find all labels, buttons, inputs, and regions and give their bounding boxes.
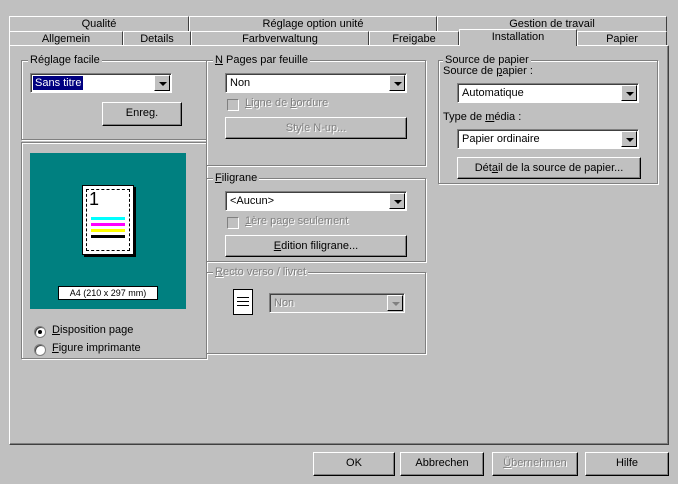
media-type-label: Type de média : (443, 111, 522, 123)
yellow-bar (91, 229, 125, 232)
layout-radio[interactable] (34, 326, 46, 338)
watermark-group: Filigrane <Aucun> 1ère page seulement Ed… (206, 171, 426, 262)
tab-label: Qualité (81, 18, 117, 30)
chevron-down-icon[interactable] (389, 75, 405, 91)
document-icon (233, 289, 253, 315)
chevron-down-icon[interactable] (389, 193, 405, 209)
chevron-down-icon[interactable] (387, 295, 403, 311)
page-preview-icon: 1 (82, 185, 134, 255)
tab-label: Freigabe (392, 33, 436, 45)
watermark-value: <Aucun> (230, 195, 275, 207)
tab-details[interactable]: Details (123, 31, 191, 46)
save-setting-button[interactable]: Enreg. (102, 102, 182, 126)
tab-label: Papier (606, 33, 638, 45)
chevron-down-icon[interactable] (621, 85, 637, 101)
n-up-value: Non (230, 77, 251, 89)
tab-label: Installation (491, 31, 545, 43)
tab-label: Allgemein (41, 33, 91, 45)
printer-radio-label[interactable]: Figure imprimante (52, 342, 141, 354)
tab-label: Réglage option unité (262, 18, 364, 30)
tab-installation[interactable]: Installation (459, 29, 577, 46)
cyan-bar (91, 217, 125, 220)
paper-size-label: A4 (210 x 297 mm) (58, 286, 158, 300)
border-line-checkbox[interactable] (227, 99, 239, 111)
tab-farbverwaltung[interactable]: Farbverwaltung (191, 31, 369, 46)
first-page-only-checkbox[interactable] (227, 217, 239, 229)
media-type-value: Papier ordinaire (462, 133, 540, 145)
watermark-select[interactable]: <Aucun> (225, 191, 407, 211)
duplex-select[interactable]: Non (269, 293, 405, 313)
first-page-only-label: 1ère page seulement (245, 215, 349, 227)
edit-watermark-button[interactable]: Edition filigrane... (225, 235, 407, 257)
help-button[interactable]: Hilfe (585, 452, 669, 476)
black-bar (91, 235, 125, 238)
paper-source-group: Source de papier Source de papier : Auto… (438, 53, 658, 184)
media-type-select[interactable]: Papier ordinaire (457, 129, 639, 149)
easy-setting-group: Réglage facile Sans titre Enreg. (21, 53, 207, 140)
paper-source-detail-button[interactable]: Détail de la source de papier... (457, 157, 641, 179)
chevron-down-icon[interactable] (621, 131, 637, 147)
duplex-legend: Recto verso / livret (213, 265, 309, 279)
tab-reglage-option-unite[interactable]: Réglage option unité (189, 16, 437, 31)
easy-setting-legend: Réglage facile (28, 53, 102, 67)
border-line-label: Ligne de bordure (245, 97, 329, 109)
tab-label: Farbverwaltung (242, 33, 318, 45)
n-up-legend: N Pages par feuille (213, 53, 310, 67)
tab-allgemein[interactable]: Allgemein (9, 31, 123, 46)
paper-source-select[interactable]: Automatique (457, 83, 639, 103)
cancel-button[interactable]: Abbrechen (400, 452, 484, 476)
tab-papier[interactable]: Papier (577, 31, 667, 46)
paper-source-label: Source de papier : (443, 65, 533, 77)
tab-qualite[interactable]: Qualité (9, 16, 189, 31)
ok-button[interactable]: OK (313, 452, 395, 476)
watermark-legend: Filigrane (213, 171, 260, 185)
layout-radio-label[interactable]: Disposition page (52, 324, 133, 336)
page-number: 1 (89, 189, 100, 209)
printer-radio[interactable] (34, 344, 46, 356)
duplex-group: Recto verso / livret Non (206, 265, 426, 354)
paper-source-value: Automatique (462, 87, 524, 99)
n-up-group: N Pages par feuille Non Ligne de bordure… (206, 53, 426, 166)
tab-label: Details (140, 33, 174, 45)
style-n-up-button[interactable]: Style N-up... (225, 117, 407, 139)
preview-group: 1 A4 (210 x 297 mm) Disposition page Fig… (21, 142, 207, 359)
magenta-bar (91, 223, 125, 226)
easy-setting-select[interactable]: Sans titre (30, 73, 172, 93)
duplex-value: Non (274, 297, 295, 309)
easy-setting-value: Sans titre (33, 76, 84, 90)
n-up-select[interactable]: Non (225, 73, 407, 93)
chevron-down-icon[interactable] (154, 75, 170, 91)
tab-freigabe[interactable]: Freigabe (369, 31, 459, 46)
apply-button[interactable]: Übernehmen (492, 452, 578, 476)
tab-panel-installation: Réglage facile Sans titre Enreg. 1 A4 (2… (9, 45, 669, 445)
preview-area: 1 A4 (210 x 297 mm) (30, 153, 186, 309)
